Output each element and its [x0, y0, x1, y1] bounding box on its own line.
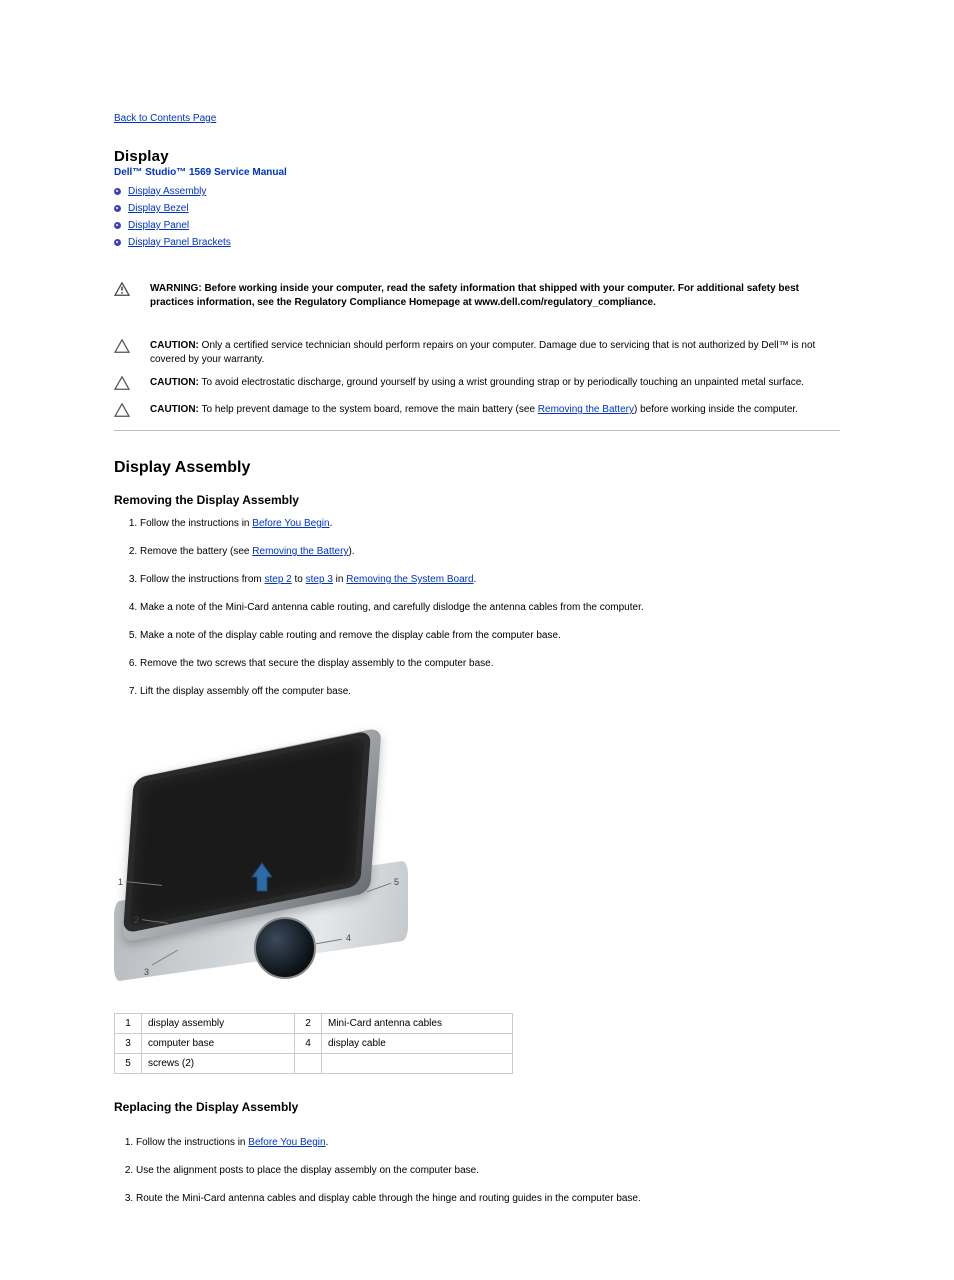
section-nav-list: Display Assembly Display Bezel Display P… — [114, 184, 840, 250]
lift-arrow-icon — [250, 861, 274, 901]
caution-body: Only a certified service technician shou… — [150, 340, 815, 365]
warning-body: Before working inside your computer, rea… — [150, 283, 799, 308]
caution-label: CAUTION: — [150, 340, 199, 351]
bullet-icon — [114, 222, 121, 229]
callout-num-3: 3 — [144, 967, 149, 977]
caution-triangle-icon — [114, 339, 130, 356]
section-display-assembly: Display Assembly — [114, 459, 840, 477]
nav-link-display-panel-brackets[interactable]: Display Panel Brackets — [128, 237, 231, 248]
caution-2: CAUTION: To avoid electrostatic discharg… — [114, 376, 840, 393]
step-2-link[interactable]: step 2 — [265, 574, 292, 585]
inset-detail-circle — [254, 917, 316, 979]
before-you-begin-link[interactable]: Before You Begin — [252, 518, 329, 529]
callout-num-2: 2 — [134, 915, 139, 925]
caution-triangle-icon — [114, 376, 130, 393]
nav-link-display-assembly[interactable]: Display Assembly — [128, 186, 206, 197]
caution-body-after: ) before working inside the computer. — [634, 404, 798, 415]
replacing-steps: Follow the instructions in Before You Be… — [114, 1136, 840, 1206]
page-title: Display — [114, 148, 840, 165]
step-b3: Route the Mini-Card antenna cables and d… — [136, 1192, 840, 1206]
caution-label: CAUTION: — [150, 377, 199, 388]
table-row: 3computer base 4display cable — [115, 1034, 513, 1054]
section-rule — [114, 430, 840, 431]
caution-1: CAUTION: Only a certified service techni… — [114, 339, 840, 366]
step-3: Follow the instructions from step 2 to s… — [140, 573, 840, 587]
removing-battery-link[interactable]: Removing the Battery — [538, 404, 634, 415]
manual-subtitle: Dell™ Studio™ 1569 Service Manual — [114, 167, 840, 178]
display-assembly-diagram: 1 2 3 4 5 — [114, 731, 408, 1001]
warning-block: WARNING: Before working inside your comp… — [114, 282, 840, 309]
step-2: Remove the battery (see Removing the Bat… — [140, 545, 840, 559]
callout-num-1: 1 — [118, 877, 123, 887]
nav-link-display-panel[interactable]: Display Panel — [128, 220, 189, 231]
callout-table: 1display assembly 2Mini-Card antenna cab… — [114, 1013, 513, 1074]
table-row: 5screws (2) — [115, 1054, 513, 1074]
caution-body: To avoid electrostatic discharge, ground… — [202, 377, 805, 388]
step-7: Lift the display assembly off the comput… — [140, 685, 840, 699]
before-you-begin-link[interactable]: Before You Begin — [248, 1137, 325, 1148]
removing-battery-link[interactable]: Removing the Battery — [252, 546, 348, 557]
nav-link-display-bezel[interactable]: Display Bezel — [128, 203, 189, 214]
step-6: Remove the two screws that secure the di… — [140, 657, 840, 671]
step-4: Make a note of the Mini-Card antenna cab… — [140, 601, 840, 615]
step-5: Make a note of the display cable routing… — [140, 629, 840, 643]
caution-label: CAUTION: — [150, 404, 199, 415]
table-row: 1display assembly 2Mini-Card antenna cab… — [115, 1014, 513, 1034]
step-b2: Use the alignment posts to place the dis… — [136, 1164, 840, 1178]
callout-num-4: 4 — [346, 933, 351, 943]
caution-triangle-icon — [114, 403, 130, 420]
bullet-icon — [114, 205, 121, 212]
bullet-icon — [114, 188, 121, 195]
subsection-removing: Removing the Display Assembly — [114, 493, 840, 507]
back-to-contents-link[interactable]: Back to Contents Page — [114, 113, 216, 124]
caution-3: CAUTION: To help prevent damage to the s… — [114, 403, 840, 420]
removing-steps: Follow the instructions in Before You Be… — [114, 517, 840, 699]
step-b1: Follow the instructions in Before You Be… — [136, 1136, 840, 1150]
warning-label: WARNING: — [150, 283, 202, 294]
warning-triangle-icon — [114, 282, 130, 299]
step-1: Follow the instructions in Before You Be… — [140, 517, 840, 531]
bullet-icon — [114, 239, 121, 246]
caution-body-before: To help prevent damage to the system boa… — [202, 404, 538, 415]
step-3-link[interactable]: step 3 — [306, 574, 333, 585]
callout-num-5: 5 — [394, 877, 399, 887]
removing-system-board-link[interactable]: Removing the System Board — [346, 574, 473, 585]
subsection-replacing: Replacing the Display Assembly — [114, 1100, 840, 1114]
